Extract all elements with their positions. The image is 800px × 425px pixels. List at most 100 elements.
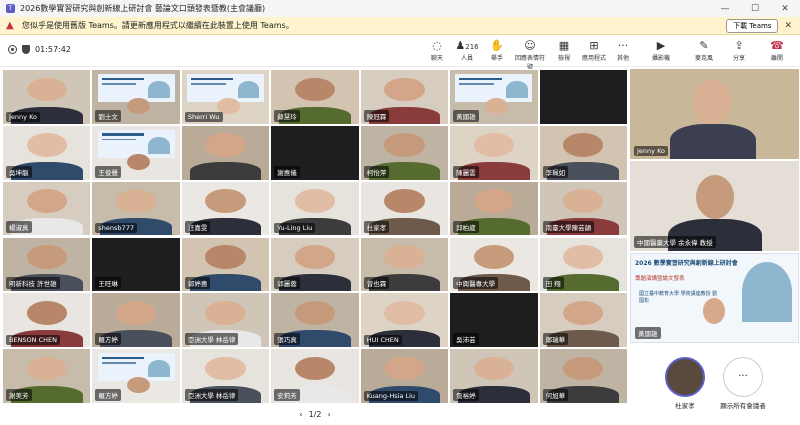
title-bar: T 2026數學實習研究與創新線上研討會 藝論文口頭發表暨教(主會議廳) — ☐… — [0, 0, 800, 17]
participant-tile[interactable]: shensb777 — [91, 180, 181, 237]
maximize-button[interactable]: ☐ — [740, 4, 770, 14]
participant-tile[interactable]: 柯怡萍 — [359, 124, 450, 181]
prev-page-icon[interactable]: ‹ — [299, 410, 302, 419]
participant-tile[interactable]: BENSON CHEN — [2, 292, 92, 349]
participant-tile[interactable] — [180, 124, 271, 181]
share-button[interactable]: ⇪ 分享 — [722, 39, 756, 62]
grid-pager: ‹ 1/2 › — [290, 407, 340, 421]
participant-name: shensb777 — [95, 223, 137, 234]
avatar — [294, 189, 336, 213]
avatar — [127, 97, 151, 115]
participant-name: 安莉芳 — [274, 388, 300, 401]
chat-button[interactable]: ◌ 聊天 — [420, 39, 454, 62]
participant-name: 王旺琳 — [95, 277, 121, 290]
participant-tile[interactable]: 劉士文 — [91, 69, 181, 125]
participant-tile[interactable]: 詹裕婷 — [449, 348, 539, 404]
avatar — [26, 300, 67, 325]
participant-tile[interactable]: 陳麗雲 — [449, 124, 539, 181]
participant-tile[interactable]: 蘇慧玲 — [270, 69, 360, 125]
avatar — [563, 133, 604, 158]
participant-tile[interactable]: 田 翔 — [538, 236, 628, 293]
participant-tile[interactable]: 何旭華 — [538, 348, 628, 404]
participant-tile[interactable]: 王旺琳 — [91, 236, 181, 293]
slide-text-bar — [101, 138, 137, 141]
next-page-icon[interactable]: › — [327, 410, 330, 419]
building-dome-image — [742, 262, 792, 322]
participant-tile[interactable]: 謝惠儀 — [270, 124, 360, 181]
share-label: 分享 — [732, 55, 745, 62]
slide-heading-bar — [459, 77, 502, 81]
participant-tile[interactable]: 明新科技 許世雄 — [2, 236, 92, 293]
participant-tile[interactable]: 黃國雄 — [449, 69, 539, 125]
participant-tile[interactable]: 郭麗蓉 — [270, 236, 360, 293]
avatar — [563, 189, 604, 213]
window-title: 2026數學實習研究與創新線上研討會 藝論文口頭發表暨教(主會議廳) — [20, 4, 266, 13]
participant-tile[interactable]: 汪嘉雯 — [180, 180, 271, 237]
show-all-more-icon[interactable]: ··· — [723, 357, 763, 397]
speaker-photo — [703, 298, 725, 324]
participant-tile[interactable]: 郭婷惠 — [180, 236, 271, 293]
participant-tile[interactable]: Jenny Ko — [2, 69, 92, 125]
avatar — [26, 133, 67, 158]
participant-name: 蘇慧玲 — [274, 109, 300, 122]
reactions-button[interactable]: ☺ 回應表情符號 — [513, 39, 547, 71]
minimize-button[interactable]: — — [710, 4, 740, 14]
raise-hand-button[interactable]: ✋ 舉手 — [480, 39, 514, 62]
participant-tile[interactable]: 亞洲大學 林岳律 — [180, 292, 271, 349]
banner-close-icon[interactable]: ✕ — [784, 21, 792, 31]
camera-button[interactable]: ▶ 攝影機 — [644, 39, 678, 62]
participant-tile[interactable]: Yu-Ling Liu — [270, 180, 360, 237]
participant-tile[interactable]: 亞洲大學 林岳律 — [180, 348, 271, 404]
leave-label: 離開 — [770, 55, 783, 62]
building-dome-image — [148, 81, 170, 99]
participant-name: 楊淑真 — [6, 221, 32, 234]
spotlight-tile-mid[interactable]: 中國醫藥大學 余永偉 教授 — [630, 161, 799, 251]
participant-tile[interactable] — [538, 69, 628, 125]
participant-tile[interactable]: HUI CHEN — [359, 292, 450, 349]
leave-button[interactable]: ☎ 離開 — [760, 39, 794, 62]
people-button[interactable]: ♟216 人員 — [450, 39, 484, 62]
participant-tile[interactable]: 羅方婷 — [91, 292, 181, 349]
mic-button[interactable]: ✎ 麥克風 — [687, 39, 721, 62]
participant-tile[interactable]: 吳沛芸 — [449, 292, 539, 349]
camera-off-icon: ▶ — [656, 39, 666, 52]
participant-name: BENSON CHEN — [6, 335, 60, 346]
participant-tile[interactable]: Kuang-Hsia Liu — [359, 348, 450, 404]
avatar — [26, 245, 67, 269]
participant-tile[interactable]: 曾也霖 — [359, 236, 450, 293]
avatar[interactable] — [665, 357, 705, 397]
slide-subtitle: 專題演講暨論文發表 — [635, 276, 685, 282]
participant-tile[interactable]: 吳坤龍 — [2, 124, 92, 181]
avatar — [696, 175, 734, 219]
spotlight-tile-top[interactable]: Jenny Ko — [630, 69, 799, 159]
avatar — [294, 356, 336, 381]
participant-name: 亞洲大學 林岳律 — [184, 388, 239, 401]
participant-name: 田 翔 — [542, 277, 564, 290]
building-dome-image — [237, 81, 260, 99]
participant-tile[interactable]: Sherri Wu — [180, 69, 271, 125]
participant-tile[interactable]: 陳冠霖 — [359, 69, 450, 125]
close-button[interactable]: ✕ — [770, 4, 800, 14]
participant-tile[interactable]: 南臺大學陳芸韻 — [538, 180, 628, 237]
participant-tile[interactable]: 羅方婷 — [91, 348, 181, 404]
participant-tile[interactable]: 張巧真 — [270, 292, 360, 349]
participant-tile[interactable]: 鄭瑞華 — [538, 292, 628, 349]
avatar — [473, 356, 514, 381]
participant-tile[interactable]: 謝美芳 — [2, 348, 92, 404]
download-teams-button[interactable]: 下載 Teams — [726, 18, 779, 33]
building-dome-image — [506, 81, 528, 99]
participant-tile[interactable]: 王俊聲 — [91, 124, 181, 181]
participant-tile[interactable]: 中興醫專大學 — [449, 236, 539, 293]
mic-label: 麥克風 — [694, 55, 713, 62]
participant-tile[interactable]: 杜家孝 — [359, 180, 450, 237]
participant-tile[interactable]: 邱柏崴 — [449, 180, 539, 237]
participant-tile[interactable]: 安莉芳 — [270, 348, 360, 404]
participant-tile[interactable]: 李珮如 — [538, 124, 628, 181]
shared-slide-tile[interactable]: 2026 數學實習研究與創新線上研討會 專題演講暨論文發表 國立臺中教育大學 學… — [630, 253, 799, 343]
avatar — [294, 300, 336, 325]
view-button[interactable]: ▦ 檢視 — [547, 39, 581, 62]
participant-name: 曾也霖 — [363, 277, 390, 290]
participant-tile[interactable]: 楊淑真 — [2, 180, 92, 237]
avatar — [563, 356, 604, 381]
more-button[interactable]: ··· 其他 — [606, 39, 640, 62]
